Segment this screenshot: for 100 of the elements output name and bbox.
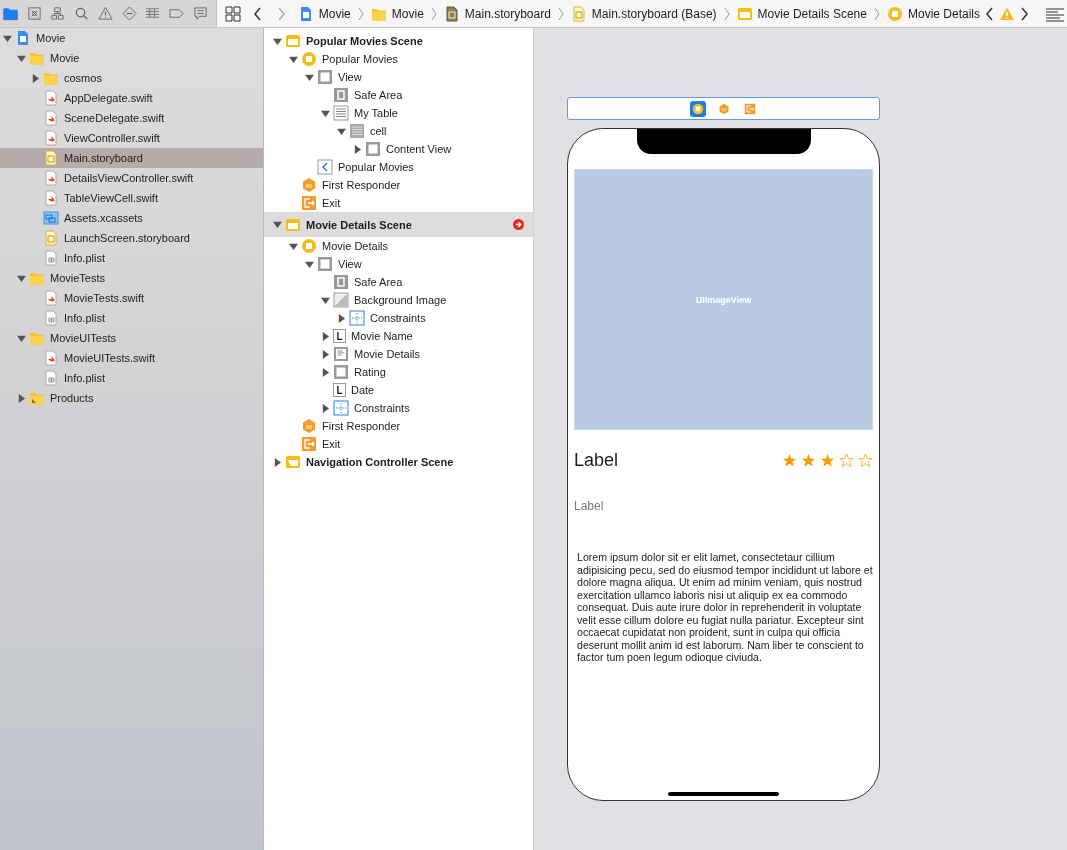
assets-icon [43,210,59,226]
disclosure-triangle-icon[interactable] [16,273,26,283]
outline-item[interactable]: Popular Movies Scene [306,35,423,47]
disclosure-triangle-icon[interactable] [16,393,26,403]
file-item[interactable]: Products [50,392,94,404]
file-name: Main.storyboard [64,152,143,164]
view-icon [365,141,381,157]
outline-item[interactable]: Popular Movies [338,161,414,173]
file-item[interactable]: LaunchScreen.storyboard [64,232,190,244]
folder-icon [29,330,45,346]
outline-item[interactable]: Exit [322,197,341,209]
breadcrumb-item[interactable]: Movie Details Scene [757,6,867,21]
outline-item[interactable]: Constraints [370,312,426,324]
error-arrow-icon[interactable] [513,219,524,230]
disclosure-triangle-icon[interactable] [304,259,314,269]
disclosure-triangle-icon[interactable] [336,126,346,136]
outline-item[interactable]: Background Image [354,294,447,306]
file-item[interactable]: Movie [36,32,66,44]
disclosure-triangle-icon[interactable] [320,331,330,341]
outline-item[interactable]: Safe Area [354,276,403,288]
star-icon [782,453,797,468]
label-icon: L [333,383,346,397]
outline-item[interactable]: Movie Details [354,348,421,360]
file-item[interactable]: DetailsViewController.swift [64,172,194,184]
disclosure-triangle-icon[interactable] [16,53,26,63]
disclosure-triangle-icon[interactable] [288,54,298,64]
exit-icon [301,436,317,452]
file-item[interactable]: cosmos [64,72,102,84]
file-item[interactable]: MovieUITests.swift [64,352,156,364]
outline-item[interactable]: Date [351,384,375,396]
disclosure-triangle-icon[interactable] [320,108,330,118]
star-icon [820,453,835,468]
disclosure-triangle-icon[interactable] [320,295,330,305]
outline-item[interactable]: Movie Details [322,240,389,252]
file-item[interactable]: MovieUITests [50,332,117,344]
chevron-icon [722,5,731,22]
outline-item[interactable]: View [338,258,362,270]
lines-icon[interactable] [1045,5,1065,22]
disclosure-triangle-icon[interactable] [16,333,26,343]
swift-file-icon [43,290,59,306]
disclosure-triangle-icon[interactable] [272,220,282,229]
disclosure-triangle-icon[interactable] [304,72,314,82]
breadcrumb-item[interactable]: Main.storyboard [464,6,551,21]
breadcrumb-item[interactable]: Main.storyboard (Base) [591,6,717,21]
disclosure-triangle-icon[interactable] [30,73,40,83]
disclosure-triangle-icon[interactable] [288,241,298,251]
view-controller-icon[interactable] [689,100,706,117]
next-issue-icon[interactable] [1019,5,1029,22]
breadcrumb-item[interactable]: Movie [318,6,351,21]
storyboard-icon [43,230,59,246]
back-icon[interactable] [251,5,264,22]
selected-file-row[interactable]: Main.storyboard [0,148,263,168]
file-item[interactable]: Assets.xcassets [64,212,143,224]
file-item[interactable]: Movie [50,52,80,64]
disclosure-triangle-icon[interactable] [272,457,282,467]
file-item[interactable]: Info.plist [64,252,105,264]
file-item[interactable]: MovieTests.swift [64,292,145,304]
label-icon: L [333,329,346,343]
swift-file-icon [43,170,59,186]
disclosure-triangle-icon[interactable] [320,349,330,359]
file-item[interactable]: TableViewCell.swift [64,192,158,204]
image-view-label: UIImageView [695,294,752,305]
chevron-icon [872,5,881,22]
outline-item[interactable]: Safe Area [354,89,403,101]
view-controller-icon [301,238,317,254]
file-item[interactable]: Info.plist [64,312,105,324]
disclosure-triangle-icon[interactable] [320,403,330,413]
breadcrumb-item[interactable]: Movie [391,6,424,21]
view-icon [317,69,333,85]
breadcrumb-item[interactable]: Movie Details [907,6,980,21]
file-item[interactable]: SceneDelegate.swift [64,112,165,124]
disclosure-triangle-icon[interactable] [2,33,12,43]
image-view-icon [333,292,349,308]
cube-icon [301,177,317,193]
outline-item[interactable]: First Responder [322,179,401,191]
table-view-icon [333,105,349,121]
outline-item[interactable]: My Table [354,107,398,119]
outline-item[interactable]: Constraints [354,402,410,414]
scene-icon [285,33,301,49]
previous-issue-icon[interactable] [985,5,995,22]
outline-item[interactable]: Popular Movies [322,53,398,65]
file-item[interactable]: Info.plist [64,372,105,384]
selected-scene-row[interactable]: Movie Details Scene [264,212,533,237]
disclosure-triangle-icon[interactable] [272,36,282,46]
file-item[interactable]: AppDelegate.swift [64,92,153,104]
outline-item[interactable]: Content View [386,143,452,155]
disclosure-triangle-icon[interactable] [336,313,346,323]
outline-item[interactable]: Exit [322,438,341,450]
file-item[interactable]: MovieTests [50,272,106,284]
outline-item[interactable]: Rating [354,366,386,378]
outline-item[interactable]: cell [370,125,387,137]
folder-icon [29,390,45,406]
outline-item[interactable]: Movie Name [351,330,413,342]
disclosure-triangle-icon[interactable] [352,144,362,154]
disclosure-triangle-icon[interactable] [320,367,330,377]
outline-item[interactable]: First Responder [322,420,401,432]
outline-item[interactable]: View [338,71,362,83]
file-item[interactable]: ViewController.swift [64,132,160,144]
outline-item[interactable]: Navigation Controller Scene [306,456,454,468]
grid-icon[interactable] [224,5,241,22]
